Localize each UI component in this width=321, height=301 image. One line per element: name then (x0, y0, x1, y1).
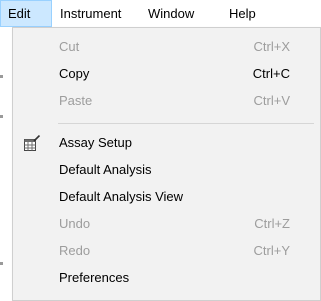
menu-instrument[interactable]: Instrument (53, 0, 141, 27)
menu-edit[interactable]: Edit (0, 0, 52, 27)
background-mark (0, 75, 3, 78)
menu-item-redo[interactable]: Redo Ctrl+Y (13, 240, 320, 262)
menu-item-label: Redo (59, 243, 91, 258)
menu-item-label: Copy (59, 66, 90, 81)
application-window: Edit Instrument Window Help Cut Ctrl+X C… (0, 0, 321, 301)
menu-item-label: Default Analysis View (59, 189, 184, 204)
menu-item-undo[interactable]: Undo Ctrl+Z (13, 213, 320, 235)
menu-item-preferences[interactable]: Preferences (13, 267, 320, 289)
menu-item-cut[interactable]: Cut Ctrl+X (13, 36, 320, 58)
menu-item-label: Paste (59, 93, 93, 108)
menu-item-label: Cut (59, 39, 80, 54)
menu-item-shortcut: Ctrl+Z (254, 216, 290, 231)
background-mark (0, 262, 3, 265)
assay-setup-icon (23, 134, 41, 152)
edit-dropdown-menu: Cut Ctrl+X Copy Ctrl+C Paste Ctrl+V Assa… (12, 27, 321, 301)
menu-item-shortcut: Ctrl+C (252, 66, 290, 81)
menu-item-shortcut: Ctrl+V (253, 93, 290, 108)
menu-item-copy[interactable]: Copy Ctrl+C (13, 63, 320, 85)
menu-item-label: Preferences (59, 270, 130, 285)
background-window-edge (0, 27, 12, 301)
menu-help[interactable]: Help (222, 0, 266, 27)
menu-separator (58, 123, 314, 124)
menu-item-assay-setup[interactable]: Assay Setup (13, 132, 320, 154)
background-mark (0, 115, 3, 118)
menu-item-label: Default Analysis (59, 162, 152, 177)
menu-item-shortcut: Ctrl+Y (253, 243, 290, 258)
menu-item-label: Undo (59, 216, 91, 231)
menu-item-shortcut: Ctrl+X (253, 39, 290, 54)
menu-item-paste[interactable]: Paste Ctrl+V (13, 90, 320, 112)
menu-item-default-analysis-view[interactable]: Default Analysis View (13, 186, 320, 208)
menu-item-label: Assay Setup (59, 135, 132, 150)
menu-bar: Edit Instrument Window Help (0, 0, 321, 27)
menu-item-default-analysis[interactable]: Default Analysis (13, 159, 320, 181)
menu-window[interactable]: Window (141, 0, 222, 27)
